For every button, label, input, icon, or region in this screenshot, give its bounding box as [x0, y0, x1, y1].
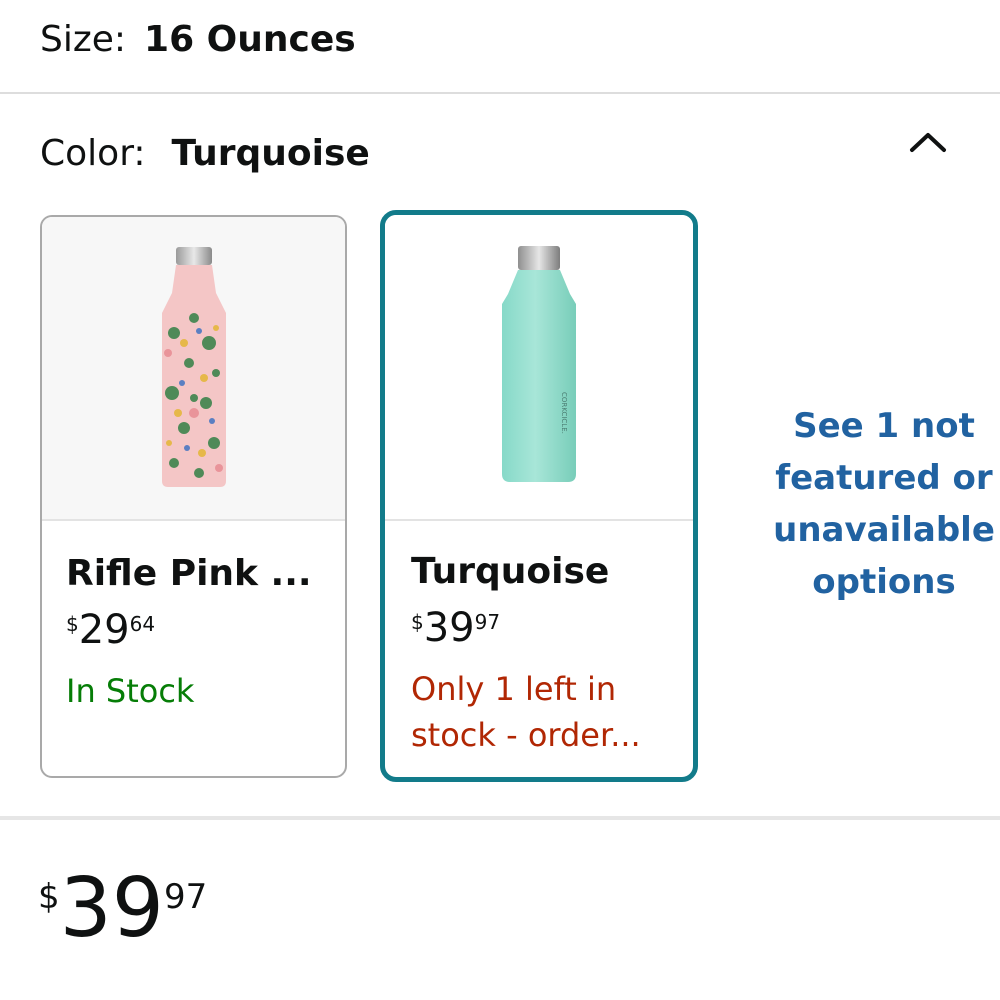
price-symbol: $: [66, 612, 79, 636]
swatch-image: CORKCICLE.: [385, 215, 693, 521]
floral-bottle-image: [161, 247, 226, 487]
divider: [0, 92, 1000, 94]
swatch-info: Turquoise $ 39 97 Only 1 left in stock -…: [411, 550, 683, 758]
price-symbol: $: [38, 877, 60, 917]
color-label: Color:: [40, 132, 146, 174]
stock-status: In Stock: [66, 672, 195, 710]
link-line: options: [812, 562, 956, 602]
price-whole: 39: [423, 605, 475, 651]
swatch-turquoise[interactable]: CORKCICLE. Turquoise $ 39 97 Only 1 left…: [380, 210, 698, 782]
size-label: Size:: [40, 18, 127, 60]
link-line: See 1 not: [793, 406, 975, 446]
chevron-up-icon: [910, 133, 946, 152]
swatch-info: Rifle Pink ... $ 29 64 In Stock: [66, 552, 335, 714]
swatch-price: $ 39 97: [411, 608, 683, 648]
price-fraction: 97: [474, 610, 501, 634]
stock-status-line: Only 1 left in: [411, 670, 617, 708]
price-whole: 39: [59, 861, 164, 956]
swatch-image: [42, 217, 345, 521]
color-value: Turquoise: [171, 132, 370, 174]
stock-status: Only 1 left in stock - order...: [411, 666, 683, 758]
price-whole: 29: [78, 607, 130, 653]
price-symbol: $: [411, 610, 424, 634]
size-selector: Size: 16 Ounces: [40, 14, 356, 64]
turquoise-bottle-image: CORKCICLE.: [502, 246, 576, 482]
collapse-color-button[interactable]: [904, 122, 952, 162]
swatch-name: Rifle Pink ...: [66, 553, 312, 594]
swatch-rifle-pink[interactable]: Rifle Pink ... $ 29 64 In Stock: [40, 215, 347, 778]
product-variation-panel: Size: 16 Ounces Color: Turquoise Rifle P…: [0, 0, 1000, 1000]
swatch-price: $ 29 64: [66, 610, 335, 650]
see-unavailable-options-link[interactable]: See 1 not featured or unavailable option…: [768, 400, 1000, 608]
price-fraction: 64: [129, 612, 156, 636]
swatch-name: Turquoise: [411, 551, 610, 592]
stock-status-line: stock - order...: [411, 716, 641, 754]
divider: [0, 816, 1000, 820]
link-line: featured or: [775, 458, 993, 498]
size-value: 16 Ounces: [144, 18, 356, 60]
link-line: unavailable: [773, 510, 995, 550]
product-price: $ 39 97: [38, 868, 207, 950]
bottle-brand-text: CORKCICLE.: [560, 392, 568, 434]
price-fraction: 97: [163, 877, 208, 917]
color-selector: Color: Turquoise: [40, 128, 370, 178]
